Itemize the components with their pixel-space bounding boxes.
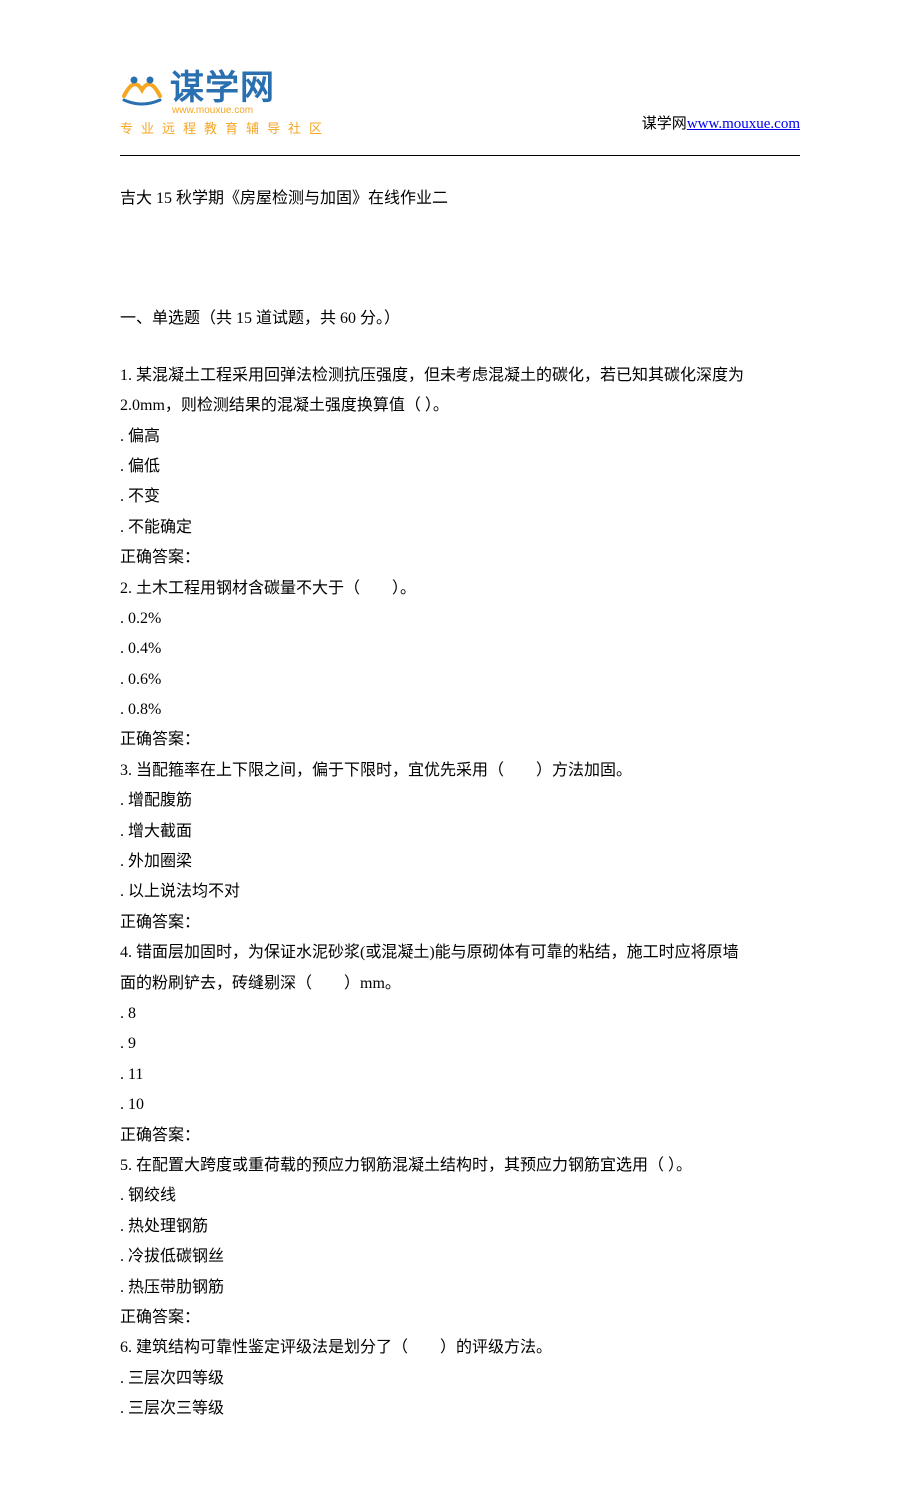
page-header: 谋学网 www.mouxue.com 专业远程教育辅导社区 谋学网www.mou… xyxy=(120,60,800,137)
question-block: 5. 在配置大跨度或重荷载的预应力钢筋混凝土结构时，其预应力钢筋宜选用（ ）。.… xyxy=(120,1151,800,1333)
question-block: 1. 某混凝土工程采用回弹法检测抗压强度，但未考虑混凝土的碳化，若已知其碳化深度… xyxy=(120,361,800,574)
question-text-line: 3. 当配箍率在上下限之间，偏于下限时，宜优先采用（ ）方法加固。 xyxy=(120,756,800,786)
page-container: 谋学网 www.mouxue.com 专业远程教育辅导社区 谋学网www.mou… xyxy=(0,0,920,1504)
answer-label: 正确答案： xyxy=(120,908,800,938)
option-line: . 不能确定 xyxy=(120,513,800,543)
header-divider xyxy=(120,155,800,156)
questions-container: 1. 某混凝土工程采用回弹法检测抗压强度，但未考虑混凝土的碳化，若已知其碳化深度… xyxy=(120,361,800,1425)
site-label-text: 谋学网 xyxy=(642,116,687,132)
option-line: . 外加圈梁 xyxy=(120,847,800,877)
header-site-label: 谋学网www.mouxue.com xyxy=(642,112,800,137)
option-line: . 0.6% xyxy=(120,665,800,695)
option-line: . 三层次四等级 xyxy=(120,1364,800,1394)
question-block: 3. 当配箍率在上下限之间，偏于下限时，宜优先采用（ ）方法加固。. 增配腹筋.… xyxy=(120,756,800,938)
question-text-line: 1. 某混凝土工程采用回弹法检测抗压强度，但未考虑混凝土的碳化，若已知其碳化深度… xyxy=(120,361,800,391)
option-line: . 增大截面 xyxy=(120,817,800,847)
option-line: . 增配腹筋 xyxy=(120,786,800,816)
option-line: . 0.2% xyxy=(120,604,800,634)
option-line: . 0.4% xyxy=(120,634,800,664)
option-line: . 偏低 xyxy=(120,452,800,482)
option-line: . 不变 xyxy=(120,482,800,512)
logo-top-row: 谋学网 www.mouxue.com xyxy=(120,60,330,116)
document-title: 吉大 15 秋学期《房屋检测与加固》在线作业二 xyxy=(120,184,800,214)
answer-label: 正确答案： xyxy=(120,1121,800,1151)
logo-tagline: 专业远程教育辅导社区 xyxy=(120,118,330,137)
answer-label: 正确答案： xyxy=(120,725,800,755)
option-line: . 8 xyxy=(120,999,800,1029)
option-line: . 偏高 xyxy=(120,422,800,452)
site-url-link[interactable]: www.mouxue.com xyxy=(687,116,800,132)
option-line: . 热处理钢筋 xyxy=(120,1212,800,1242)
question-text-line: 6. 建筑结构可靠性鉴定评级法是划分了（ ）的评级方法。 xyxy=(120,1333,800,1363)
option-line: . 以上说法均不对 xyxy=(120,877,800,907)
option-line: . 11 xyxy=(120,1060,800,1090)
option-line: . 冷拔低碳钢丝 xyxy=(120,1242,800,1272)
question-text-line: 2. 土木工程用钢材含碳量不大于（ ）。 xyxy=(120,574,800,604)
option-line: . 9 xyxy=(120,1029,800,1059)
question-block: 4. 错面层加固时，为保证水泥砂浆(或混凝土)能与原砌体有可靠的粘结，施工时应将… xyxy=(120,938,800,1151)
answer-label: 正确答案： xyxy=(120,1303,800,1333)
logo-text-wrap: 谋学网 www.mouxue.com xyxy=(170,60,275,116)
question-text-line: 面的粉刷铲去，砖缝剔深（ ）mm。 xyxy=(120,969,800,999)
option-line: . 三层次三等级 xyxy=(120,1394,800,1424)
option-line: . 0.8% xyxy=(120,695,800,725)
question-text-line: 5. 在配置大跨度或重荷载的预应力钢筋混凝土结构时，其预应力钢筋宜选用（ ）。 xyxy=(120,1151,800,1181)
answer-label: 正确答案： xyxy=(120,543,800,573)
logo-icon xyxy=(120,66,164,110)
question-block: 2. 土木工程用钢材含碳量不大于（ ）。. 0.2%. 0.4%. 0.6%. … xyxy=(120,574,800,756)
logo-main-text: 谋学网 xyxy=(170,60,275,109)
option-line: . 钢绞线 xyxy=(120,1181,800,1211)
question-block: 6. 建筑结构可靠性鉴定评级法是划分了（ ）的评级方法。. 三层次四等级. 三层… xyxy=(120,1333,800,1424)
option-line: . 10 xyxy=(120,1090,800,1120)
section-heading: 一、单选题（共 15 道试题，共 60 分。） xyxy=(120,304,800,334)
question-text-line: 2.0mm，则检测结果的混凝土强度换算值（ ）。 xyxy=(120,391,800,421)
logo-block: 谋学网 www.mouxue.com 专业远程教育辅导社区 xyxy=(120,60,330,137)
option-line: . 热压带肋钢筋 xyxy=(120,1273,800,1303)
question-text-line: 4. 错面层加固时，为保证水泥砂浆(或混凝土)能与原砌体有可靠的粘结，施工时应将… xyxy=(120,938,800,968)
